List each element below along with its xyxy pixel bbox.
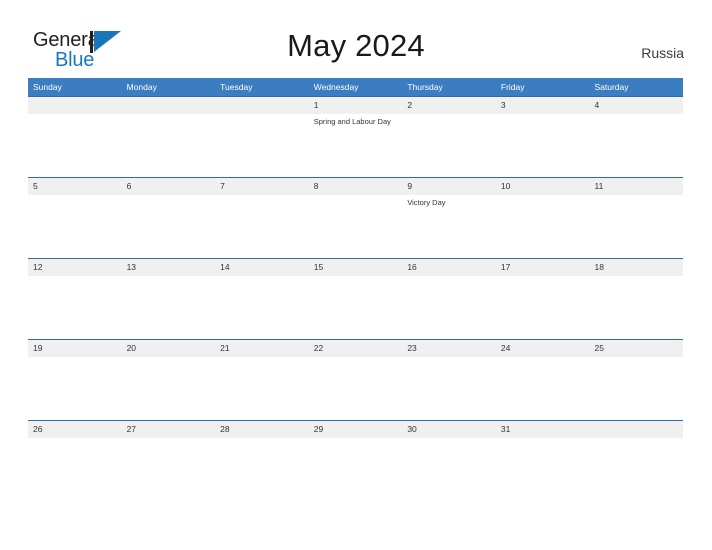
- calendar-day-cell[interactable]: 18: [589, 259, 683, 339]
- calendar-day-cell[interactable]: 17: [496, 259, 590, 339]
- day-number: 2: [407, 100, 413, 110]
- calendar-week-row: 26 27 28 29 30 31: [28, 420, 683, 501]
- day-number: 12: [33, 262, 43, 272]
- day-number: 19: [33, 343, 43, 353]
- day-number: 22: [313, 343, 324, 353]
- calendar-day-cell[interactable]: [589, 421, 683, 501]
- day-number: 7: [220, 181, 225, 191]
- calendar-day-cell[interactable]: 27: [122, 421, 216, 501]
- day-number: [127, 97, 211, 114]
- day-event-label: Victory Day: [407, 198, 446, 207]
- page-header: General Blue May 2024 Russia: [0, 0, 712, 78]
- day-event-label: Spring and Labour Day: [313, 117, 391, 126]
- day-number: 20: [126, 343, 137, 353]
- day-number: 30: [407, 424, 417, 434]
- calendar-week-row: 19 20 21 22 23 24 25: [28, 339, 683, 420]
- calendar-day-cell[interactable]: 30: [402, 421, 496, 501]
- day-number: 28: [220, 424, 230, 434]
- day-number: 3: [500, 100, 506, 110]
- calendar-grid: Sunday Monday Tuesday Wednesday Thursday…: [28, 78, 683, 501]
- calendar-day-cell[interactable]: 1 Spring and Labour Day: [309, 97, 403, 177]
- calendar-day-cell[interactable]: 3: [496, 97, 590, 177]
- calendar-week-row: 5 6 7 8 9 Victory Day 10 11: [28, 177, 683, 258]
- day-number: 21: [220, 343, 230, 353]
- calendar-day-cell[interactable]: 26: [28, 421, 122, 501]
- calendar-day-cell[interactable]: 12: [28, 259, 122, 339]
- weekday-header-saturday: Saturday: [594, 82, 629, 92]
- calendar-day-cell[interactable]: 19: [28, 340, 122, 420]
- calendar-day-cell[interactable]: 29: [309, 421, 403, 501]
- weekday-header-monday: Monday: [126, 82, 157, 92]
- calendar-day-cell[interactable]: 5: [28, 178, 122, 258]
- day-number: [594, 421, 678, 438]
- day-number: 4: [594, 100, 600, 110]
- calendar-day-cell[interactable]: 2: [402, 97, 496, 177]
- calendar-day-cell[interactable]: 22: [309, 340, 403, 420]
- calendar-day-cell[interactable]: 28: [215, 421, 309, 501]
- day-number: 29: [313, 424, 324, 434]
- weekday-header-row: Sunday Monday Tuesday Wednesday Thursday…: [28, 78, 683, 96]
- calendar-day-cell[interactable]: [215, 97, 309, 177]
- calendar-day-cell[interactable]: 24: [496, 340, 590, 420]
- weekday-header-wednesday: Wednesday: [313, 82, 359, 92]
- calendar-week-row: 12 13 14 15 16 17 18: [28, 258, 683, 339]
- day-number: 31: [500, 424, 511, 434]
- calendar-day-cell[interactable]: 15: [309, 259, 403, 339]
- calendar-day-cell[interactable]: 13: [122, 259, 216, 339]
- day-number: 8: [313, 181, 319, 191]
- day-number: 9: [407, 181, 413, 191]
- day-number: 25: [594, 343, 604, 353]
- calendar-day-cell[interactable]: 20: [122, 340, 216, 420]
- calendar-day-cell[interactable]: 14: [215, 259, 309, 339]
- day-number: 14: [220, 262, 230, 272]
- day-number: 27: [126, 424, 137, 434]
- day-number: 11: [594, 181, 604, 191]
- day-number: 15: [313, 262, 324, 272]
- day-number: 1: [313, 100, 319, 110]
- page-title: May 2024: [287, 28, 425, 63]
- calendar-day-cell[interactable]: 9 Victory Day: [402, 178, 496, 258]
- weekday-header-thursday: Thursday: [407, 82, 443, 92]
- calendar-day-cell[interactable]: 4: [589, 97, 683, 177]
- calendar-day-cell[interactable]: 11: [589, 178, 683, 258]
- day-number: 24: [500, 343, 511, 353]
- calendar-day-cell[interactable]: [122, 97, 216, 177]
- day-number: [33, 97, 117, 114]
- day-number: 6: [126, 181, 132, 191]
- day-number: 5: [33, 181, 38, 191]
- day-number: 26: [33, 424, 43, 434]
- weekday-header-sunday: Sunday: [33, 82, 62, 92]
- day-number: [220, 97, 304, 114]
- weekday-header-tuesday: Tuesday: [220, 82, 253, 92]
- calendar-day-cell[interactable]: 10: [496, 178, 590, 258]
- day-number: 13: [126, 262, 137, 272]
- calendar-day-cell[interactable]: 6: [122, 178, 216, 258]
- calendar-day-cell[interactable]: 7: [215, 178, 309, 258]
- day-number: 17: [500, 262, 511, 272]
- calendar-day-cell[interactable]: [28, 97, 122, 177]
- day-number: 10: [500, 181, 511, 191]
- calendar-day-cell[interactable]: 23: [402, 340, 496, 420]
- calendar-day-cell[interactable]: 8: [309, 178, 403, 258]
- calendar-day-cell[interactable]: 21: [215, 340, 309, 420]
- day-number: 23: [407, 343, 417, 353]
- calendar-day-cell[interactable]: 25: [589, 340, 683, 420]
- day-number: 16: [407, 262, 417, 272]
- calendar-day-cell[interactable]: 31: [496, 421, 590, 501]
- country-label: Russia: [641, 45, 684, 61]
- weekday-header-friday: Friday: [500, 82, 525, 92]
- day-number: 18: [594, 262, 604, 272]
- calendar-day-cell[interactable]: 16: [402, 259, 496, 339]
- calendar-week-row: 1 Spring and Labour Day 2 3 4: [28, 96, 683, 177]
